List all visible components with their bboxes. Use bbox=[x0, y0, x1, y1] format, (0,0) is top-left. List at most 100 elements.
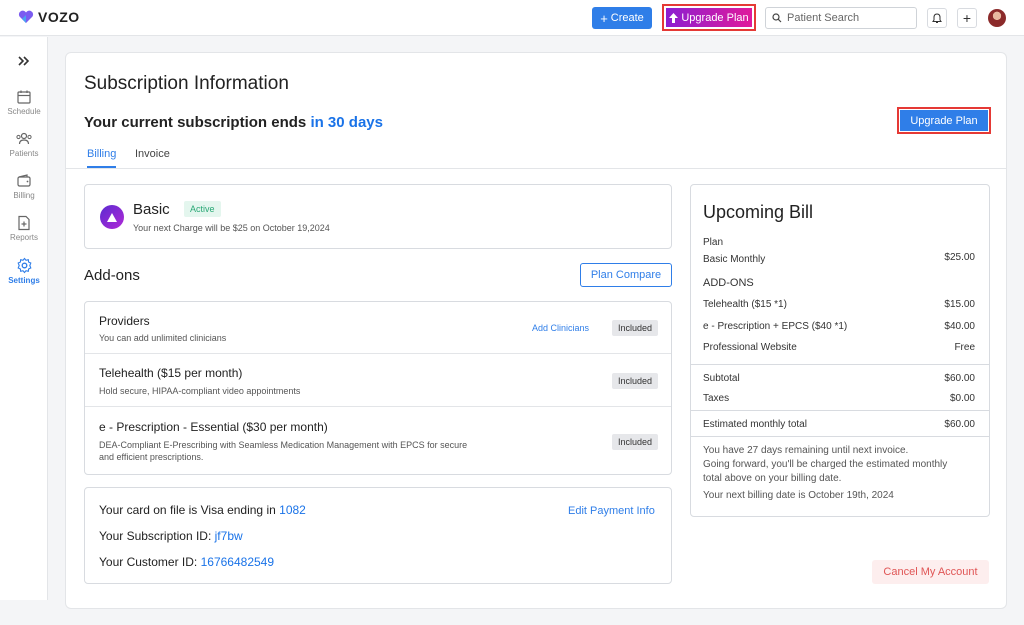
bill-taxes-label: Taxes bbox=[703, 393, 730, 404]
subscription-id-value: jf7bw bbox=[214, 529, 243, 543]
card-on-file: Your card on file is Visa ending in 1082 bbox=[99, 503, 306, 517]
current-plan-box: Basic Active Your next Charge will be $2… bbox=[84, 184, 672, 249]
bill-estimated-label: Estimated monthly total bbox=[703, 419, 807, 430]
addons-title: Add-ons bbox=[84, 267, 140, 284]
upgrade-top-label: Upgrade Plan bbox=[681, 11, 749, 24]
subscription-id-label: Your Subscription ID: bbox=[99, 529, 212, 543]
sidebar-item-reports[interactable]: Reports bbox=[0, 215, 48, 242]
sidebar-toggle[interactable] bbox=[15, 53, 33, 69]
top-bar: VOZO + Create Upgrade Plan + bbox=[0, 0, 1024, 36]
upgrade-plan-button[interactable]: Upgrade Plan bbox=[897, 107, 991, 134]
sidebar-item-schedule[interactable]: Schedule bbox=[0, 89, 48, 116]
upcoming-bill-box: Upcoming Bill Plan Basic Monthly $25.00 … bbox=[690, 184, 990, 517]
page-title: Subscription Information bbox=[84, 73, 289, 94]
search-icon bbox=[772, 13, 782, 23]
bill-note-line-2: Going forward, you'll be charged the est… bbox=[703, 459, 948, 470]
plan-compare-button[interactable]: Plan Compare bbox=[580, 263, 672, 287]
sidebar-item-billing[interactable]: Billing bbox=[0, 173, 48, 200]
chevron-double-right-icon bbox=[18, 56, 30, 66]
tab-invoice[interactable]: Invoice bbox=[135, 148, 170, 166]
next-charge-text: Your next Charge will be $25 on October … bbox=[133, 223, 330, 233]
addon-item-eprescription: e - Prescription - Essential ($30 per mo… bbox=[85, 408, 671, 474]
addon-name: e - Prescription - Essential ($30 per mo… bbox=[99, 420, 328, 434]
subscription-end-prefix: Your current subscription ends bbox=[84, 114, 307, 131]
bill-taxes-value: $0.00 bbox=[949, 393, 975, 404]
card-last4: 1082 bbox=[279, 503, 306, 517]
bill-note-line-1: You have 27 days remaining until next in… bbox=[703, 445, 909, 456]
subscription-days-remaining: in 30 days bbox=[310, 114, 383, 131]
subscription-card: Subscription Information Your current su… bbox=[65, 52, 1007, 609]
addon-desc-line-1: DEA-Compliant E-Prescribing with Seamles… bbox=[99, 440, 468, 450]
bill-plan-label: Plan bbox=[703, 237, 724, 248]
addon-item-providers: Providers You can add unlimited clinicia… bbox=[85, 302, 671, 354]
included-badge: Included bbox=[612, 320, 659, 336]
add-button[interactable]: + bbox=[957, 8, 977, 28]
arrow-up-icon bbox=[669, 12, 679, 23]
divider bbox=[691, 436, 989, 437]
included-badge: Included bbox=[612, 434, 659, 450]
sidebar-item-settings[interactable]: Settings bbox=[0, 257, 48, 285]
divider bbox=[691, 410, 989, 411]
tab-billing[interactable]: Billing bbox=[87, 148, 117, 168]
sidebar-item-patients[interactable]: Patients bbox=[0, 131, 48, 158]
addon-desc: You can add unlimited clinicians bbox=[99, 333, 227, 343]
included-badge: Included bbox=[612, 373, 659, 389]
bill-line-label: e - Prescription + EPCS ($40 *1) bbox=[703, 321, 848, 332]
bill-line-value: $15.00 bbox=[944, 299, 975, 310]
report-icon bbox=[18, 215, 30, 231]
bill-addons-heading: ADD-ONS bbox=[703, 277, 754, 289]
edit-payment-info-link[interactable]: Edit Payment Info bbox=[568, 505, 655, 517]
upgrade-plan-label: Upgrade Plan bbox=[900, 110, 988, 131]
app-name: VOZO bbox=[38, 9, 80, 25]
addon-name: Telehealth ($15 per month) bbox=[99, 366, 243, 380]
subscription-end-text: Your current subscription ends in 30 day… bbox=[84, 114, 383, 131]
plan-name: Basic bbox=[133, 201, 170, 218]
logo[interactable]: VOZO bbox=[18, 9, 80, 25]
bill-line-value: $40.00 bbox=[944, 321, 975, 332]
customer-id-label: Your Customer ID: bbox=[99, 555, 198, 569]
bill-subtotal-value: $60.00 bbox=[944, 373, 975, 384]
sidebar-item-label: Settings bbox=[8, 276, 40, 285]
add-clinicians-link[interactable]: Add Clinicians bbox=[532, 323, 589, 333]
patient-search[interactable] bbox=[765, 7, 917, 29]
divider bbox=[691, 364, 989, 365]
wallet-icon bbox=[17, 174, 31, 187]
plus-icon: + bbox=[962, 10, 972, 26]
search-input[interactable] bbox=[787, 12, 907, 24]
addon-desc: Hold secure, HIPAA-compliant video appoi… bbox=[99, 386, 301, 396]
plus-icon: + bbox=[600, 10, 608, 26]
create-label: Create bbox=[610, 12, 644, 24]
sidebar-item-label: Patients bbox=[9, 149, 39, 158]
tab-bar: Billing Invoice bbox=[66, 143, 1006, 169]
sidebar-item-label: Schedule bbox=[7, 107, 41, 116]
bill-title: Upcoming Bill bbox=[703, 202, 814, 222]
plan-triangle-icon bbox=[100, 205, 124, 229]
card-prefix: Your card on file is Visa ending in bbox=[99, 503, 276, 517]
heart-logo-icon bbox=[18, 10, 34, 23]
cancel-account-button[interactable]: Cancel My Account bbox=[872, 560, 989, 584]
bill-line-label: Professional Website bbox=[703, 342, 797, 353]
people-icon bbox=[16, 132, 32, 145]
create-button[interactable]: + Create bbox=[592, 7, 652, 29]
sidebar-item-label: Billing bbox=[13, 191, 35, 200]
addon-desc-line-2: and efficient prescriptions. bbox=[99, 452, 204, 462]
bell-icon bbox=[932, 12, 942, 23]
addon-name: Providers bbox=[99, 314, 150, 328]
notifications-button[interactable] bbox=[927, 8, 947, 28]
addon-item-telehealth: Telehealth ($15 per month) Hold secure, … bbox=[85, 355, 671, 407]
customer-id-line: Your Customer ID: 16766482549 bbox=[99, 555, 274, 569]
bill-line-value: Free bbox=[954, 342, 975, 353]
customer-id-value: 16766482549 bbox=[200, 555, 275, 569]
next-billing-date: Your next billing date is October 19th, … bbox=[703, 490, 894, 501]
subscription-id-line: Your Subscription ID: jf7bw bbox=[99, 529, 243, 543]
status-badge: Active bbox=[184, 201, 221, 217]
bill-plan-price: $25.00 bbox=[944, 252, 975, 263]
sidebar-item-label: Reports bbox=[9, 233, 38, 242]
bill-note-line-3: total above on your billing date. bbox=[703, 473, 842, 484]
bill-subtotal-label: Subtotal bbox=[703, 373, 740, 384]
gear-icon bbox=[16, 257, 32, 274]
bill-estimated-value: $60.00 bbox=[944, 419, 975, 430]
sidebar: Schedule Patients Billing Reports Settin… bbox=[0, 37, 48, 600]
upgrade-plan-top-button[interactable]: Upgrade Plan bbox=[662, 4, 756, 31]
avatar[interactable] bbox=[988, 9, 1006, 27]
